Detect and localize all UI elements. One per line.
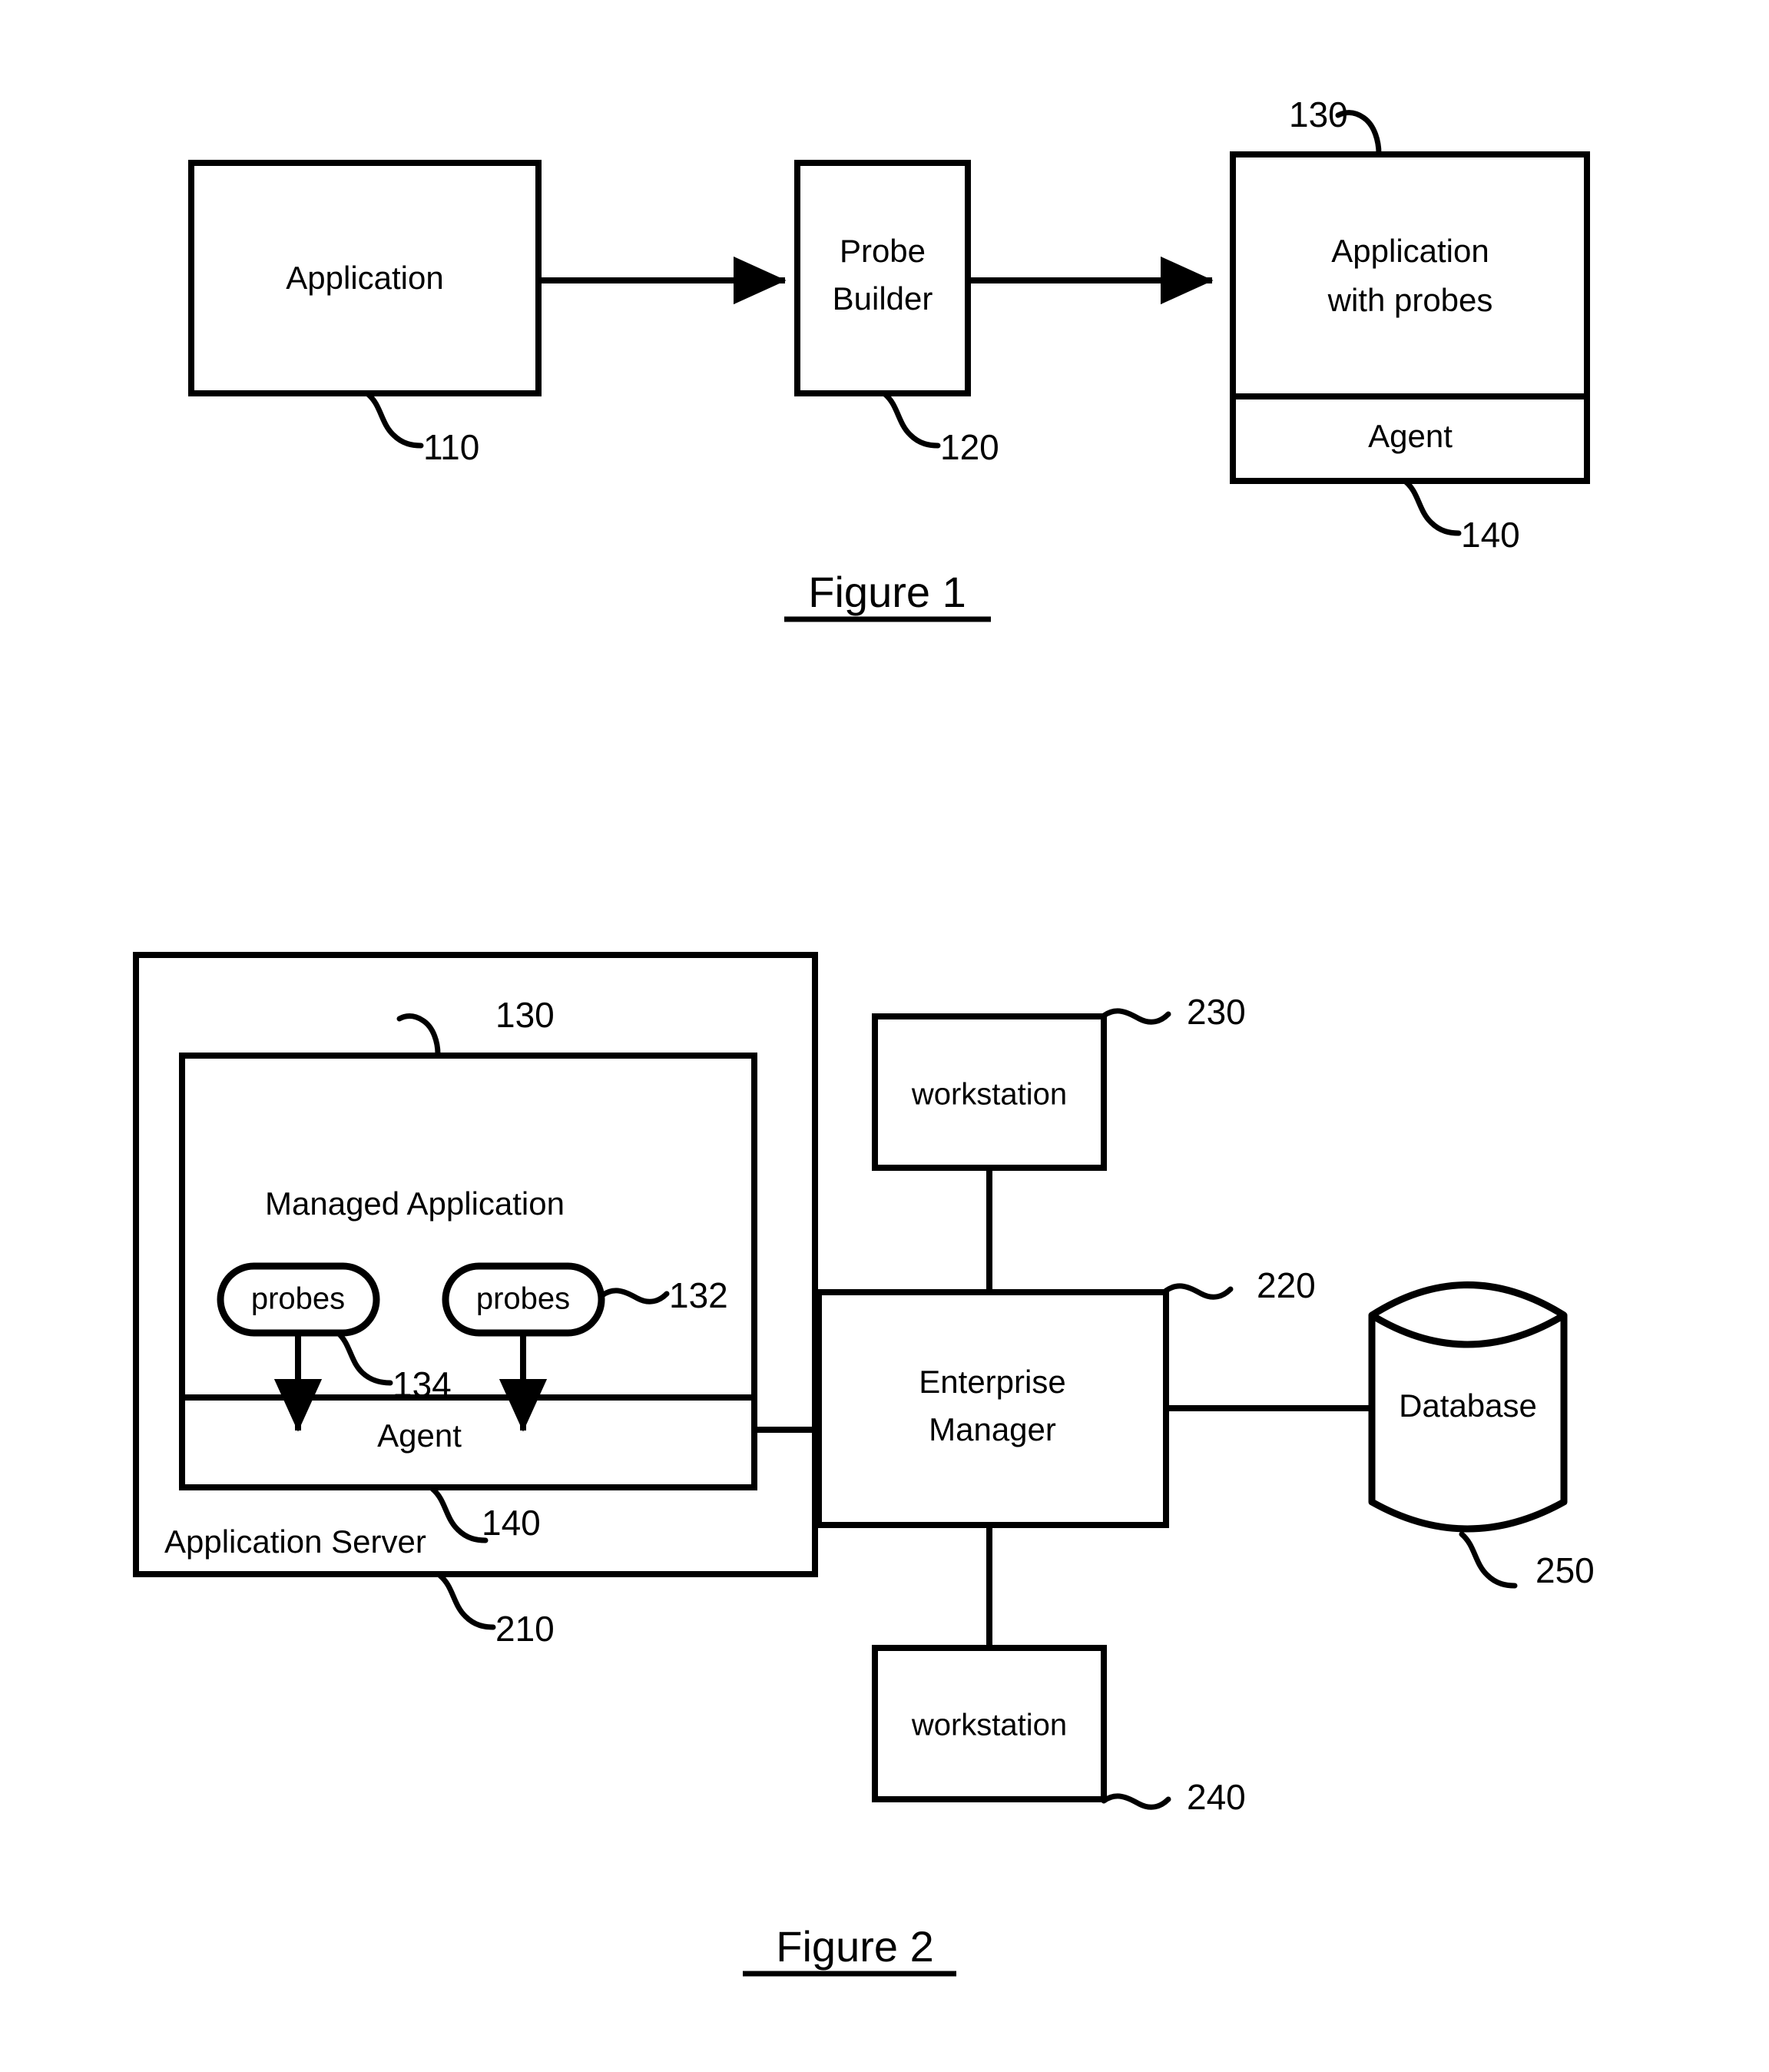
leader-line-210 bbox=[437, 1573, 496, 1630]
managed-application-label: Managed Application bbox=[265, 1185, 565, 1222]
ref-number-210: 210 bbox=[495, 1609, 555, 1649]
database-label: Database bbox=[1399, 1387, 1537, 1424]
figure-drawing-layer: Application 110 Probe Builder 120 Applic… bbox=[133, 94, 1595, 1977]
application-label: Application bbox=[286, 260, 443, 296]
figure-2-group: Application Server 210 Managed Applicati… bbox=[133, 952, 1595, 1977]
workstation-top-label: workstation bbox=[911, 1078, 1067, 1112]
agent-label-fig2: Agent bbox=[377, 1417, 462, 1454]
application-server-label: Application Server bbox=[164, 1523, 426, 1560]
probe-builder-label-line2: Builder bbox=[833, 280, 933, 317]
enterprise-manager-label-line2: Manager bbox=[929, 1411, 1056, 1447]
node-workstation-top: workstation bbox=[872, 1013, 1107, 1171]
leader-line-120 bbox=[882, 391, 941, 449]
enterprise-manager-box bbox=[816, 1289, 1169, 1528]
leader-line-240 bbox=[1101, 1793, 1171, 1810]
figure-2-caption: Figure 2 bbox=[776, 1922, 933, 1971]
database-cylinder-top-cap bbox=[1370, 1281, 1566, 1318]
agent-label-fig1: Agent bbox=[1368, 418, 1453, 454]
ref-number-130-fig1: 130 bbox=[1289, 94, 1348, 134]
leader-line-250 bbox=[1459, 1531, 1518, 1589]
probe-builder-box bbox=[794, 160, 971, 396]
leader-line-110 bbox=[365, 391, 424, 449]
ref-number-230: 230 bbox=[1187, 992, 1246, 1032]
probes-left-label: probes bbox=[251, 1282, 345, 1316]
ref-number-240: 240 bbox=[1187, 1777, 1246, 1817]
ref-number-110: 110 bbox=[423, 427, 479, 467]
patent-figure-sheet: Application 110 Probe Builder 120 Applic… bbox=[0, 0, 1769, 2072]
node-application: Application bbox=[188, 160, 542, 396]
ref-number-220: 220 bbox=[1257, 1265, 1316, 1305]
ref-number-140-fig2: 140 bbox=[482, 1503, 541, 1543]
node-enterprise-manager: Enterprise Manager bbox=[816, 1289, 1169, 1528]
leader-line-230 bbox=[1101, 1008, 1171, 1025]
enterprise-manager-label-line1: Enterprise bbox=[919, 1364, 1065, 1400]
ref-number-140-fig1: 140 bbox=[1461, 515, 1520, 555]
node-database: Database bbox=[1368, 1281, 1568, 1533]
leader-line-140-fig1 bbox=[1403, 479, 1462, 536]
node-probe-builder: Probe Builder bbox=[794, 160, 971, 396]
node-probes-right: probes bbox=[442, 1262, 605, 1337]
node-probes-left: probes bbox=[217, 1262, 380, 1337]
ref-number-120: 120 bbox=[940, 427, 999, 467]
ref-number-130-fig2: 130 bbox=[495, 995, 555, 1035]
node-application-with-probes: Application with probes Agent bbox=[1230, 151, 1590, 484]
ref-number-134: 134 bbox=[393, 1364, 452, 1404]
probe-builder-label-line1: Probe bbox=[840, 233, 926, 269]
figure-1-caption: Figure 1 bbox=[808, 568, 966, 616]
connector-agent-to-enterprise-manager bbox=[754, 1427, 818, 1433]
app-with-probes-label-line1: Application bbox=[1331, 233, 1489, 269]
ref-number-250: 250 bbox=[1535, 1550, 1595, 1590]
probes-right-label: probes bbox=[476, 1282, 570, 1316]
node-workstation-bottom: workstation bbox=[872, 1645, 1107, 1802]
ref-number-132: 132 bbox=[669, 1275, 728, 1315]
figure-1-group: Application 110 Probe Builder 120 Applic… bbox=[188, 94, 1590, 622]
workstation-bottom-label: workstation bbox=[911, 1709, 1067, 1742]
leader-line-220 bbox=[1163, 1283, 1234, 1300]
app-with-probes-label-line2: with probes bbox=[1327, 282, 1493, 318]
